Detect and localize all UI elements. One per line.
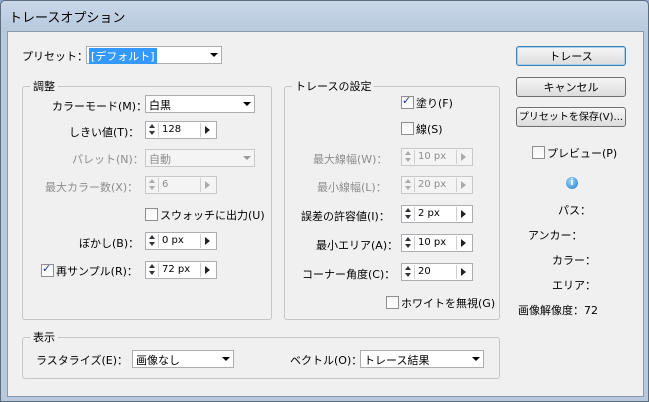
spin-arrows-icon[interactable] (147, 178, 159, 192)
areas-stat: エリア： (552, 279, 596, 292)
blur-label: ぼかし(B)： (79, 237, 140, 250)
slider-popup-icon[interactable] (200, 263, 215, 277)
color-mode-dropdown[interactable]: 白黒 (145, 95, 255, 113)
trace-button[interactable]: トレース (516, 46, 626, 66)
blur-value: 0 px (162, 235, 184, 246)
color-mode-label: カラーモード(M)： (52, 100, 148, 113)
preset-dropdown[interactable]: [デフォルト] (86, 46, 222, 64)
corner-angle-stepper[interactable]: 20 (401, 263, 473, 281)
vector-dropdown[interactable]: トレース結果 (360, 350, 484, 368)
tolerance-stepper[interactable]: 2 px (401, 205, 473, 223)
max-colors-value: 6 (162, 179, 169, 190)
preview-checkbox[interactable] (532, 146, 545, 159)
spin-arrows-icon[interactable] (403, 178, 415, 192)
corner-angle-label: コーナー角度(C)： (302, 268, 396, 281)
save-preset-button[interactable]: プリセットを保存(V)... (516, 107, 626, 127)
tolerance-label: 誤差の許容値(I)： (301, 210, 390, 223)
blur-stepper[interactable]: 0 px (145, 232, 217, 250)
trace-settings-title: トレースの設定 (292, 78, 375, 94)
max-colors-label: 最大カラー数(X)： (45, 181, 139, 194)
window-title: トレースオプション (9, 11, 126, 26)
preset-label: プリセット： (22, 50, 88, 63)
palette-value: 自動 (149, 153, 171, 166)
ignore-white-checkbox[interactable] (386, 296, 399, 309)
slider-popup-icon[interactable] (456, 150, 471, 164)
stroke-label: 線(S) (416, 123, 443, 136)
chevron-down-icon (243, 156, 251, 160)
slider-popup-icon[interactable] (200, 178, 215, 192)
rasterize-label: ラスタライズ(E)： (36, 354, 128, 367)
stroke-checkbox[interactable] (401, 122, 414, 135)
min-stroke-label: 最小線幅(L)： (317, 181, 387, 194)
preset-value: [デフォルト] (89, 48, 157, 64)
vector-value: トレース結果 (364, 354, 430, 367)
cancel-button[interactable]: キャンセル (516, 77, 626, 97)
slider-popup-icon[interactable] (456, 207, 471, 221)
chevron-down-icon (210, 53, 218, 57)
max-colors-stepper[interactable]: 6 (145, 176, 217, 194)
slider-popup-icon[interactable] (200, 123, 215, 137)
chevron-down-icon (472, 357, 480, 361)
threshold-label: しきい値(T)： (69, 126, 140, 139)
trace-settings-group (284, 86, 500, 320)
paths-stat: パス： (558, 204, 591, 217)
min-area-stepper[interactable]: 10 px (401, 234, 473, 252)
max-stroke-value: 10 px (418, 151, 447, 162)
min-area-value: 10 px (418, 237, 447, 248)
vector-label: ベクトル(O)： (290, 354, 363, 367)
palette-dropdown[interactable]: 自動 (145, 149, 255, 167)
adjust-group-title: 調整 (30, 78, 58, 94)
chevron-down-icon (243, 102, 251, 106)
spin-arrows-icon[interactable] (403, 207, 415, 221)
resample-checkbox[interactable] (41, 262, 54, 277)
spin-arrows-icon[interactable] (147, 123, 159, 137)
resolution-stat: 画像解像度：72 (518, 304, 598, 317)
fill-label: 塗り(F) (416, 97, 453, 110)
resample-label: 再サンプル(R)： (56, 265, 138, 278)
dialog-window: トレースオプション プリセット： [デフォルト] 調整 カラーモード(M)： 白… (0, 0, 649, 402)
min-area-label: 最小エリア(A)： (316, 239, 399, 252)
dialog-body: プリセット： [デフォルト] 調整 カラーモード(M)： 白黒 しきい値(T)：… (7, 31, 644, 397)
corner-angle-value: 20 (418, 266, 431, 277)
slider-popup-icon[interactable] (456, 178, 471, 192)
output-swatches-label: スウォッチに出力(U) (160, 209, 265, 222)
min-stroke-stepper[interactable]: 20 px (401, 176, 473, 194)
slider-popup-icon[interactable] (200, 234, 215, 248)
display-group-title: 表示 (30, 329, 58, 345)
max-stroke-label: 最大線幅(W)： (313, 153, 388, 166)
title-bar[interactable]: トレースオプション (1, 1, 648, 31)
info-icon: i (566, 177, 578, 189)
threshold-value: 128 (162, 124, 182, 135)
rasterize-value: 画像なし (136, 354, 180, 367)
rasterize-dropdown[interactable]: 画像なし (132, 350, 234, 368)
preview-label: プレビュー(P) (547, 147, 618, 160)
spin-arrows-icon[interactable] (147, 263, 159, 277)
spin-arrows-icon[interactable] (403, 236, 415, 250)
max-stroke-stepper[interactable]: 10 px (401, 148, 473, 166)
anchors-stat: アンカー： (528, 229, 583, 242)
slider-popup-icon[interactable] (456, 236, 471, 250)
ignore-white-label: ホワイトを無視(G) (401, 297, 496, 310)
spin-arrows-icon[interactable] (147, 234, 159, 248)
color-mode-value: 白黒 (149, 99, 171, 112)
threshold-stepper[interactable]: 128 (145, 121, 217, 139)
resample-stepper[interactable]: 72 px (145, 261, 217, 279)
spin-arrows-icon[interactable] (403, 150, 415, 164)
resample-value: 72 px (162, 264, 191, 275)
spin-arrows-icon[interactable] (403, 265, 415, 279)
chevron-down-icon (222, 357, 230, 361)
min-stroke-value: 20 px (418, 179, 447, 190)
fill-checkbox[interactable] (401, 94, 414, 109)
slider-popup-icon[interactable] (456, 265, 471, 279)
tolerance-value: 2 px (418, 208, 440, 219)
colors-stat: カラー： (552, 254, 596, 267)
palette-label: パレット(N)： (72, 153, 144, 166)
output-swatches-checkbox[interactable] (145, 208, 158, 221)
